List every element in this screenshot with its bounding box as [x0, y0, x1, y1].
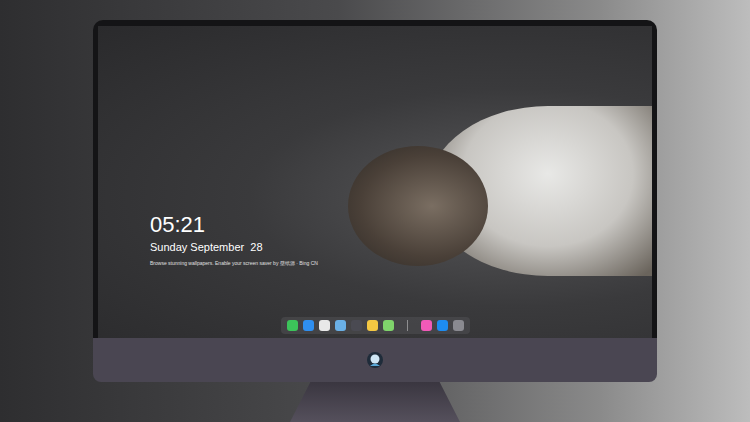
dock-app-icon[interactable]	[335, 320, 346, 331]
dock-app-icon[interactable]	[303, 320, 314, 331]
monitor-chin	[93, 338, 657, 382]
dock-app-icon[interactable]	[351, 320, 362, 331]
dock-app-icon[interactable]	[319, 320, 330, 331]
dock	[281, 317, 470, 334]
dock-app-icon[interactable]	[437, 320, 448, 331]
dock-app-icon[interactable]	[453, 320, 464, 331]
dock-separator	[407, 320, 408, 331]
monitor: 05:21 Sunday September 28 Browse stunnin…	[93, 20, 657, 382]
monitor-bezel: 05:21 Sunday September 28 Browse stunnin…	[93, 20, 657, 338]
dock-app-icon[interactable]	[383, 320, 394, 331]
monitor-stand	[290, 382, 460, 422]
dock-app-icon[interactable]	[367, 320, 378, 331]
lock-info: 05:21 Sunday September 28 Browse stunnin…	[150, 212, 318, 266]
dock-app-icon[interactable]	[287, 320, 298, 331]
clock-date: Sunday September 28	[150, 241, 318, 253]
lock-screen[interactable]: 05:21 Sunday September 28 Browse stunnin…	[98, 26, 652, 338]
brand-logo-icon	[366, 351, 384, 369]
dock-app-icon[interactable]	[421, 320, 432, 331]
clock-time: 05:21	[150, 212, 318, 237]
desktop-background: 05:21 Sunday September 28 Browse stunnin…	[0, 0, 750, 422]
wallpaper-photo	[98, 26, 652, 338]
wallpaper-caption[interactable]: Browse stunning wallpapers. Enable your …	[150, 260, 318, 266]
